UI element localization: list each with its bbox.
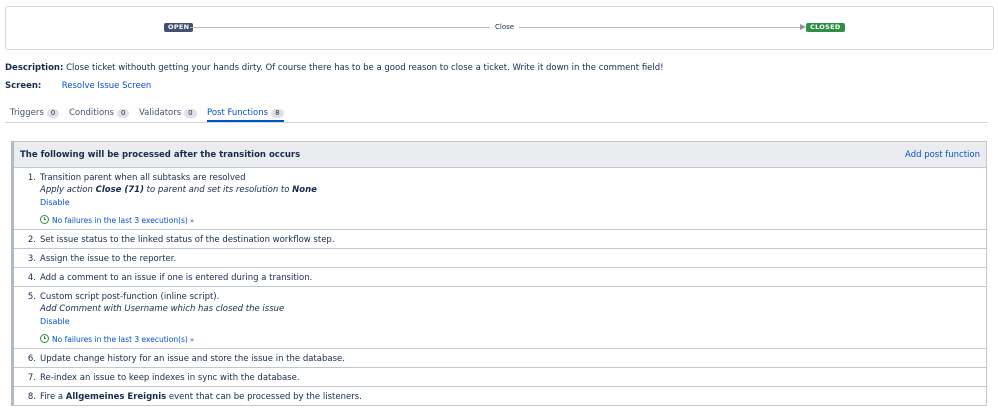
tab-count-badge: 8 xyxy=(271,109,284,118)
item-number: 1. xyxy=(27,173,36,183)
execution-status-link[interactable]: No failures in the last 3 execution(s)» xyxy=(40,334,194,344)
item-text: Update change history for an issue and s… xyxy=(40,354,345,364)
panel-header: The following will be processed after th… xyxy=(14,142,986,168)
add-post-function-link[interactable]: Add post function xyxy=(905,150,980,160)
post-functions-panel: The following will be processed after th… xyxy=(11,141,987,406)
status-open[interactable]: OPEN xyxy=(164,23,194,32)
tab-count-badge: 0 xyxy=(184,109,197,118)
item-text: Custom script post-function (inline scri… xyxy=(40,292,220,302)
tab-count-badge: 0 xyxy=(46,109,60,118)
item-text: Re-index an issue to keep indexes in syn… xyxy=(40,373,300,383)
item-detail: Add Comment with Username which has clos… xyxy=(40,304,285,314)
post-function-item: 5. Custom script post-function (inline s… xyxy=(14,287,986,349)
item-text: Transition parent when all subtasks are … xyxy=(40,173,246,183)
post-function-item: 8. Fire a Allgemeines Ereignis event tha… xyxy=(14,387,986,406)
tab-label: Conditions xyxy=(69,108,114,118)
tab-validators[interactable]: Validators 0 xyxy=(139,107,197,122)
chevron-double-down-icon: » xyxy=(189,217,195,225)
post-function-item: 3. Assign the issue to the reporter. xyxy=(14,249,986,268)
description-label: Description: xyxy=(5,63,64,73)
tab-count-badge: 0 xyxy=(117,109,130,118)
item-text: Set issue status to the linked status of… xyxy=(40,235,335,245)
chevron-double-down-icon: » xyxy=(189,336,195,344)
screen-label: Screen: xyxy=(5,81,42,91)
screen-link[interactable]: Resolve Issue Screen xyxy=(62,81,152,91)
tab-bar: Triggers 0 Conditions 0 Validators 0 Post F… xyxy=(5,107,988,123)
item-text: Fire a Allgemeines Ereignis event that c… xyxy=(40,392,362,402)
post-function-item: 6. Update change history for an issue an… xyxy=(14,349,986,368)
item-number: 8. xyxy=(27,392,36,402)
tab-label: Triggers xyxy=(10,108,44,118)
tab-post-functions[interactable]: Post Functions 8 xyxy=(207,107,284,122)
tab-conditions[interactable]: Conditions 0 xyxy=(69,107,130,122)
tab-label: Validators xyxy=(139,108,182,118)
item-text: Assign the issue to the reporter. xyxy=(40,254,177,264)
clock-icon xyxy=(40,334,49,343)
item-number: 7. xyxy=(27,373,36,383)
description-text: Close ticket withouth getting your hands… xyxy=(66,63,664,73)
item-number: 6. xyxy=(27,354,36,364)
disable-link[interactable]: Disable xyxy=(40,198,70,207)
disable-link[interactable]: Disable xyxy=(40,317,70,326)
post-function-item: 4. Add a comment to an issue if one is e… xyxy=(14,268,986,287)
post-function-item: 7. Re-index an issue to keep indexes in … xyxy=(14,368,986,387)
clock-icon xyxy=(40,215,49,224)
execution-status-link[interactable]: No failures in the last 3 execution(s)» xyxy=(40,215,194,225)
item-text: Add a comment to an issue if one is ente… xyxy=(40,273,313,283)
description: Description: Close ticket withouth getti… xyxy=(5,63,664,73)
screen-row: Screen: Resolve Issue Screen xyxy=(5,81,151,91)
panel-title: The following will be processed after th… xyxy=(20,150,301,160)
item-number: 4. xyxy=(27,273,36,283)
tab-triggers[interactable]: Triggers 0 xyxy=(10,107,60,122)
workflow-diagram: OPEN Close CLOSED xyxy=(5,6,994,50)
status-closed[interactable]: CLOSED xyxy=(806,23,845,32)
item-detail: Apply action Close (71) to parent and se… xyxy=(40,185,317,195)
item-number: 3. xyxy=(27,254,36,264)
transition-name[interactable]: Close xyxy=(490,23,520,32)
item-number: 5. xyxy=(27,292,36,302)
tab-label: Post Functions xyxy=(207,108,269,118)
post-function-item: 2. Set issue status to the linked status… xyxy=(14,230,986,249)
post-function-item: 1. Transition parent when all subtasks a… xyxy=(14,168,986,230)
item-number: 2. xyxy=(27,235,36,245)
